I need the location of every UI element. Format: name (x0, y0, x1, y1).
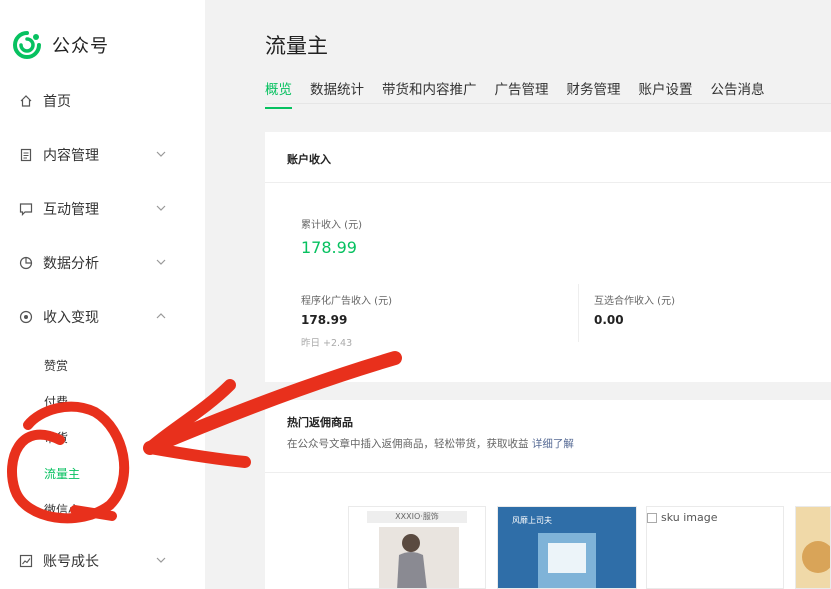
product-card[interactable]: 风靡上司夫 (497, 506, 637, 589)
sidebar-item-label: 数据分析 (43, 256, 99, 272)
sidebar-item-monetization[interactable]: 收入变现 (18, 306, 178, 328)
sidebar-item-label: 互动管理 (43, 202, 99, 218)
mutual-income-label: 互选合作收入 (元) (594, 296, 675, 307)
program-ad-income-value: 178.99 (301, 313, 348, 327)
income-card-title: 账户收入 (287, 153, 331, 166)
product-image (538, 533, 596, 588)
learn-more-link[interactable]: 详细了解 (532, 438, 574, 450)
hot-products-desc: 在公众号文章中插入返佣商品，轻松带货，获取收益 详细了解 (287, 436, 574, 451)
home-icon (18, 94, 33, 109)
broken-image-icon (647, 513, 657, 523)
tab-overview[interactable]: 概览 (265, 78, 292, 109)
product-card[interactable] (795, 506, 831, 589)
wechat-official-logo-icon (13, 31, 41, 59)
hot-products-title: 热门返佣商品 (287, 416, 353, 429)
divider (578, 284, 579, 342)
product-image (379, 527, 459, 588)
document-icon (18, 148, 33, 163)
sidebar-item-home[interactable]: 首页 (18, 90, 178, 112)
chevron-down-icon (156, 205, 166, 211)
sidebar-subitem-sales[interactable]: 带货 (44, 429, 68, 446)
program-ad-income-label: 程序化广告收入 (元) (301, 296, 392, 307)
sidebar-item-label: 账号成长 (43, 554, 99, 570)
sidebar-item-label: 内容管理 (43, 148, 99, 164)
sidebar-subitem-reward[interactable]: 赞赏 (44, 357, 68, 374)
chat-icon (18, 202, 33, 217)
page-title: 流量主 (265, 34, 328, 58)
sidebar-item-content[interactable]: 内容管理 (18, 144, 178, 166)
brand-name: 公众号 (52, 36, 109, 57)
tab-announcements[interactable]: 公告消息 (711, 78, 765, 109)
divider (265, 472, 831, 473)
pie-chart-icon (18, 256, 33, 271)
growth-chart-icon (18, 554, 33, 569)
divider (265, 182, 831, 183)
tab-ad-management[interactable]: 广告管理 (495, 78, 549, 109)
program-ad-income-delta: 昨日 +2.43 (301, 338, 353, 349)
sidebar: 公众号 首页 内容管理 互动管理 数据分析 收入变现 赞赏 付费 带货 流量主 … (0, 0, 205, 589)
tab-bar: 概览 数据统计 带货和内容推广 广告管理 财务管理 账户设置 公告消息 (265, 78, 783, 109)
sku-image-placeholder: sku image (647, 511, 718, 524)
tab-statistics[interactable]: 数据统计 (310, 78, 364, 109)
sidebar-item-label: 首页 (43, 94, 71, 110)
product-card[interactable]: sku image (646, 506, 784, 589)
product-image (802, 541, 830, 573)
sidebar-subitem-mini-program[interactable]: 微信小 (44, 501, 80, 518)
tab-divider (265, 103, 831, 104)
hot-products-desc-text: 在公众号文章中插入返佣商品，轻松带货，获取收益 (287, 438, 529, 450)
chevron-down-icon (156, 259, 166, 265)
product-card[interactable]: XXXIO·服饰 (348, 506, 486, 589)
income-card: 账户收入 累计收入 (元) 178.99 程序化广告收入 (元) 178.99 … (265, 132, 831, 382)
sidebar-item-account-growth[interactable]: 账号成长 (18, 550, 178, 572)
mutual-income-value: 0.00 (594, 313, 624, 327)
tab-finance[interactable]: 财务管理 (567, 78, 621, 109)
chevron-down-icon (156, 151, 166, 157)
total-income-value: 178.99 (301, 238, 357, 257)
sidebar-item-label: 收入变现 (43, 310, 99, 326)
brand[interactable]: 公众号 (12, 30, 109, 60)
tab-account-settings[interactable]: 账户设置 (639, 78, 693, 109)
sidebar-subitem-traffic-master[interactable]: 流量主 (44, 465, 80, 482)
sidebar-subitem-paid[interactable]: 付费 (44, 393, 68, 410)
sidebar-item-analytics[interactable]: 数据分析 (18, 252, 178, 274)
sidebar-item-interaction[interactable]: 互动管理 (18, 198, 178, 220)
chevron-up-icon (156, 313, 166, 319)
chevron-down-icon (156, 557, 166, 563)
tab-promotion[interactable]: 带货和内容推广 (382, 78, 477, 109)
total-income-label: 累计收入 (元) (301, 220, 362, 231)
coin-icon (18, 310, 33, 325)
main-content: 流量主 概览 数据统计 带货和内容推广 广告管理 财务管理 账户设置 公告消息 … (205, 0, 831, 589)
